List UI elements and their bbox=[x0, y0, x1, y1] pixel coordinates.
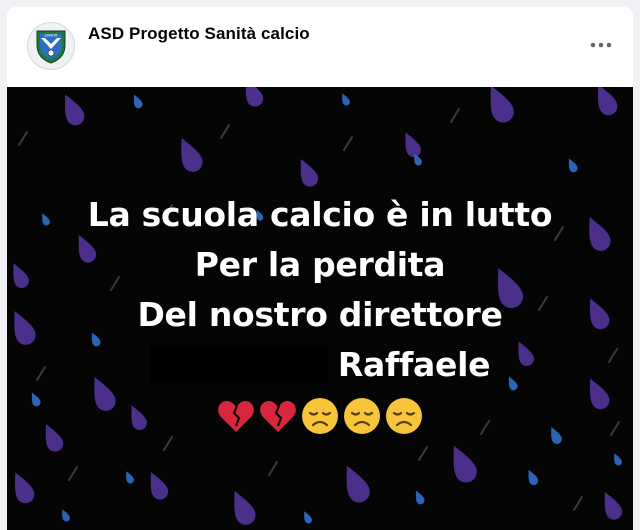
image-text-line-4: Raffaele bbox=[7, 340, 633, 390]
image-text-line-2: Per la perdita bbox=[194, 245, 446, 284]
club-logo-icon: SANITÀ bbox=[28, 23, 74, 69]
page-name-link[interactable]: ASD Progetto Sanità calcio bbox=[88, 24, 310, 44]
disappointed-face-icon bbox=[386, 398, 422, 434]
page-avatar[interactable]: SANITÀ bbox=[27, 22, 75, 70]
first-name-text: Raffaele bbox=[337, 345, 491, 384]
emoji-row bbox=[7, 396, 633, 438]
post-image[interactable]: La scuola calcio è in lutto Per la perdi… bbox=[7, 87, 633, 530]
more-horizontal-icon bbox=[590, 42, 612, 48]
image-text-line-1: La scuola calcio è in lutto bbox=[87, 195, 553, 234]
post-image-text: La scuola calcio è in lutto Per la perdi… bbox=[7, 190, 633, 390]
avatar-text: SANITÀ bbox=[45, 33, 58, 38]
disappointed-face-icon bbox=[302, 398, 338, 434]
disappointed-face-icon bbox=[344, 398, 380, 434]
broken-heart-icon bbox=[260, 401, 296, 432]
post-card: SANITÀ ASD Progetto Sanità calcio La scu… bbox=[7, 7, 633, 530]
broken-heart-icon bbox=[218, 401, 254, 432]
redacted-name-block bbox=[149, 345, 328, 383]
post-header: SANITÀ ASD Progetto Sanità calcio bbox=[7, 7, 633, 87]
image-text-line-3: Del nostro direttore bbox=[137, 295, 503, 334]
more-options-button[interactable] bbox=[587, 37, 615, 53]
